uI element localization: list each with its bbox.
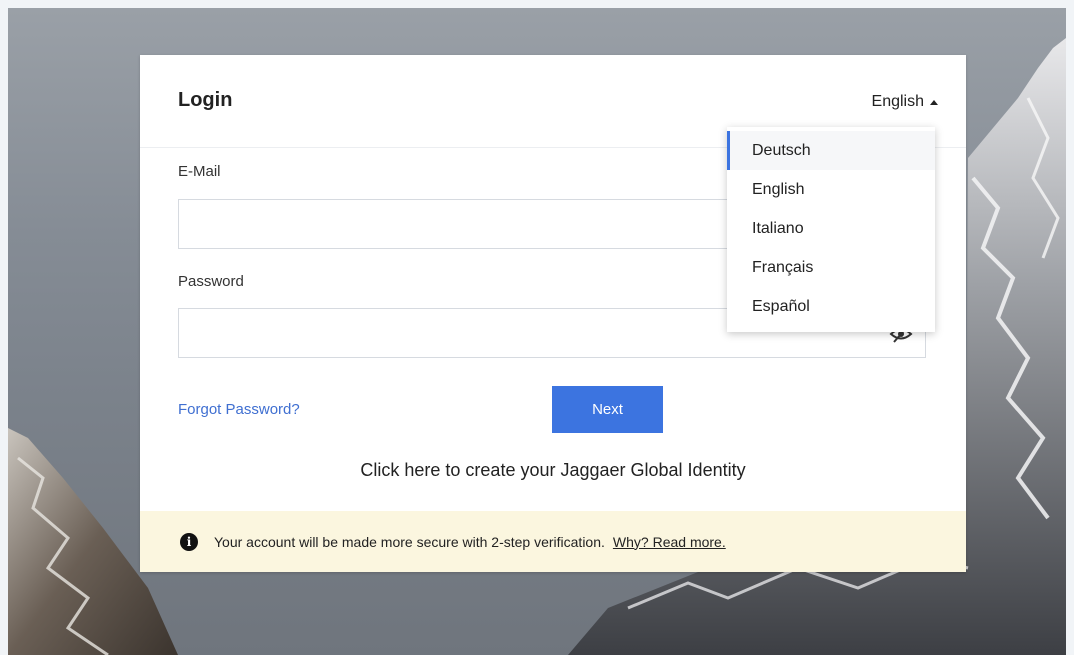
language-selector-label: English	[871, 93, 924, 110]
language-dropdown: Deutsch English Italiano Français Españo…	[727, 127, 935, 332]
notice-text: Your account will be made more secure wi…	[214, 533, 605, 550]
language-option-italiano[interactable]: Italiano	[727, 209, 935, 248]
email-label: E-Mail	[178, 163, 221, 180]
language-option-francais[interactable]: Français	[727, 248, 935, 287]
language-option-deutsch[interactable]: Deutsch	[727, 131, 935, 170]
info-icon: i	[180, 532, 198, 551]
page-title: Login	[178, 89, 233, 111]
read-more-link[interactable]: Why? Read more.	[613, 534, 726, 550]
language-option-english[interactable]: English	[727, 170, 935, 209]
language-option-espanol[interactable]: Español	[727, 287, 935, 326]
next-button[interactable]: Next	[552, 386, 663, 433]
verification-notice: i Your account will be made more secure …	[140, 511, 966, 572]
password-label: Password	[178, 273, 244, 290]
create-identity-link[interactable]: Click here to create your Jaggaer Global…	[140, 460, 966, 481]
language-selector[interactable]: English	[872, 93, 938, 111]
forgot-password-link[interactable]: Forgot Password?	[178, 401, 300, 418]
caret-up-icon	[930, 99, 938, 105]
